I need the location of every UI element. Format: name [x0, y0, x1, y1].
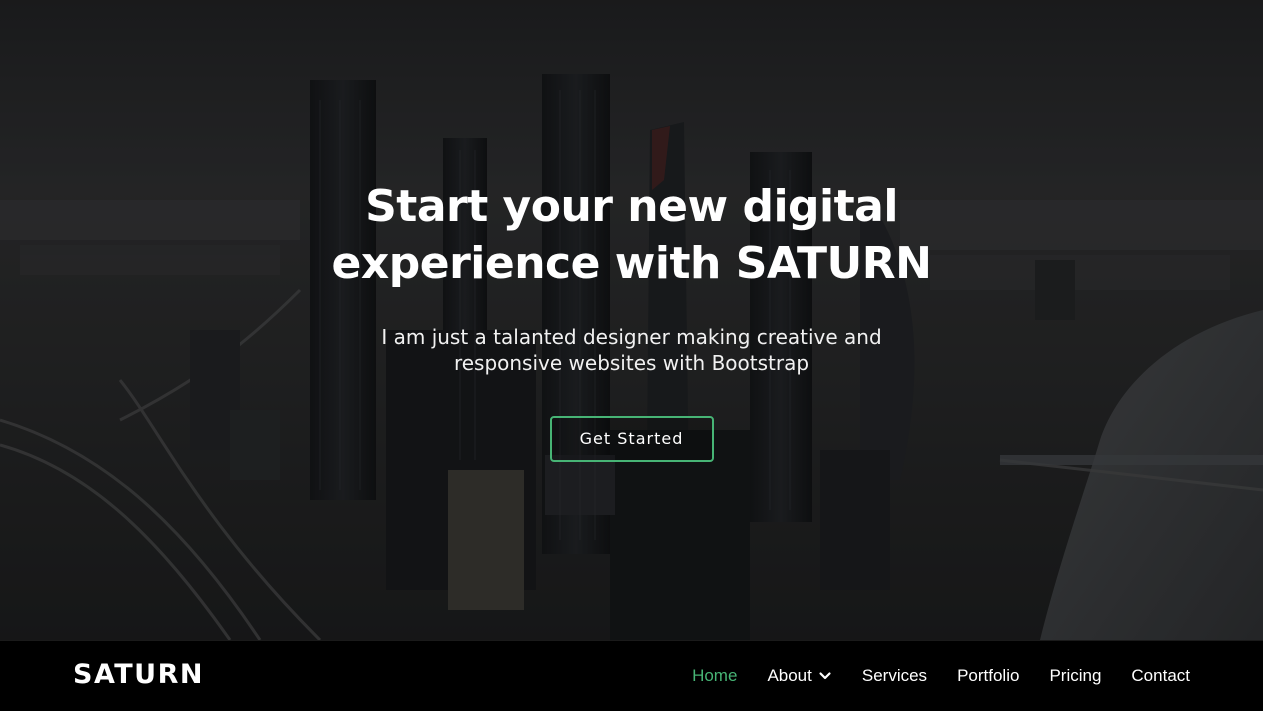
nav-item-label: About — [767, 666, 812, 685]
logo[interactable]: SATURN — [73, 659, 204, 690]
nav-item-label: Pricing — [1049, 666, 1102, 685]
hero-title-line1: Start your new digital — [365, 181, 898, 232]
nav-item-portfolio[interactable]: Portfolio — [957, 666, 1019, 686]
hero-subtitle: I am just a talanted designer making cre… — [352, 324, 912, 376]
navbar: SATURN Home About Services Portfolio Pri… — [0, 640, 1263, 711]
chevron-down-icon — [819, 672, 831, 680]
nav-item-services[interactable]: Services — [862, 666, 927, 686]
hero-subtitle-line2: responsive websites with Bootstrap — [453, 351, 810, 375]
nav-item-label: Portfolio — [957, 666, 1020, 685]
nav-item-about[interactable]: About — [767, 666, 831, 686]
hero-subtitle-line1: I am just a talanted designer making cre… — [381, 325, 882, 349]
nav-item-home[interactable]: Home — [692, 666, 737, 686]
nav-item-pricing[interactable]: Pricing — [1049, 666, 1101, 686]
hero-title: Start your new digital experience with S… — [312, 178, 952, 292]
hero-section: Start your new digital experience with S… — [0, 0, 1263, 640]
hero-content: Start your new digital experience with S… — [0, 178, 1263, 462]
nav-item-label: Home — [692, 666, 738, 685]
nav-item-label: Contact — [1131, 666, 1190, 685]
nav-menu: Home About Services Portfolio Pricing Co… — [662, 641, 1190, 711]
get-started-button[interactable]: Get Started — [549, 416, 714, 462]
nav-item-contact[interactable]: Contact — [1131, 666, 1190, 686]
hero-title-line2: experience with SATURN — [331, 238, 932, 289]
nav-item-label: Services — [861, 666, 928, 685]
